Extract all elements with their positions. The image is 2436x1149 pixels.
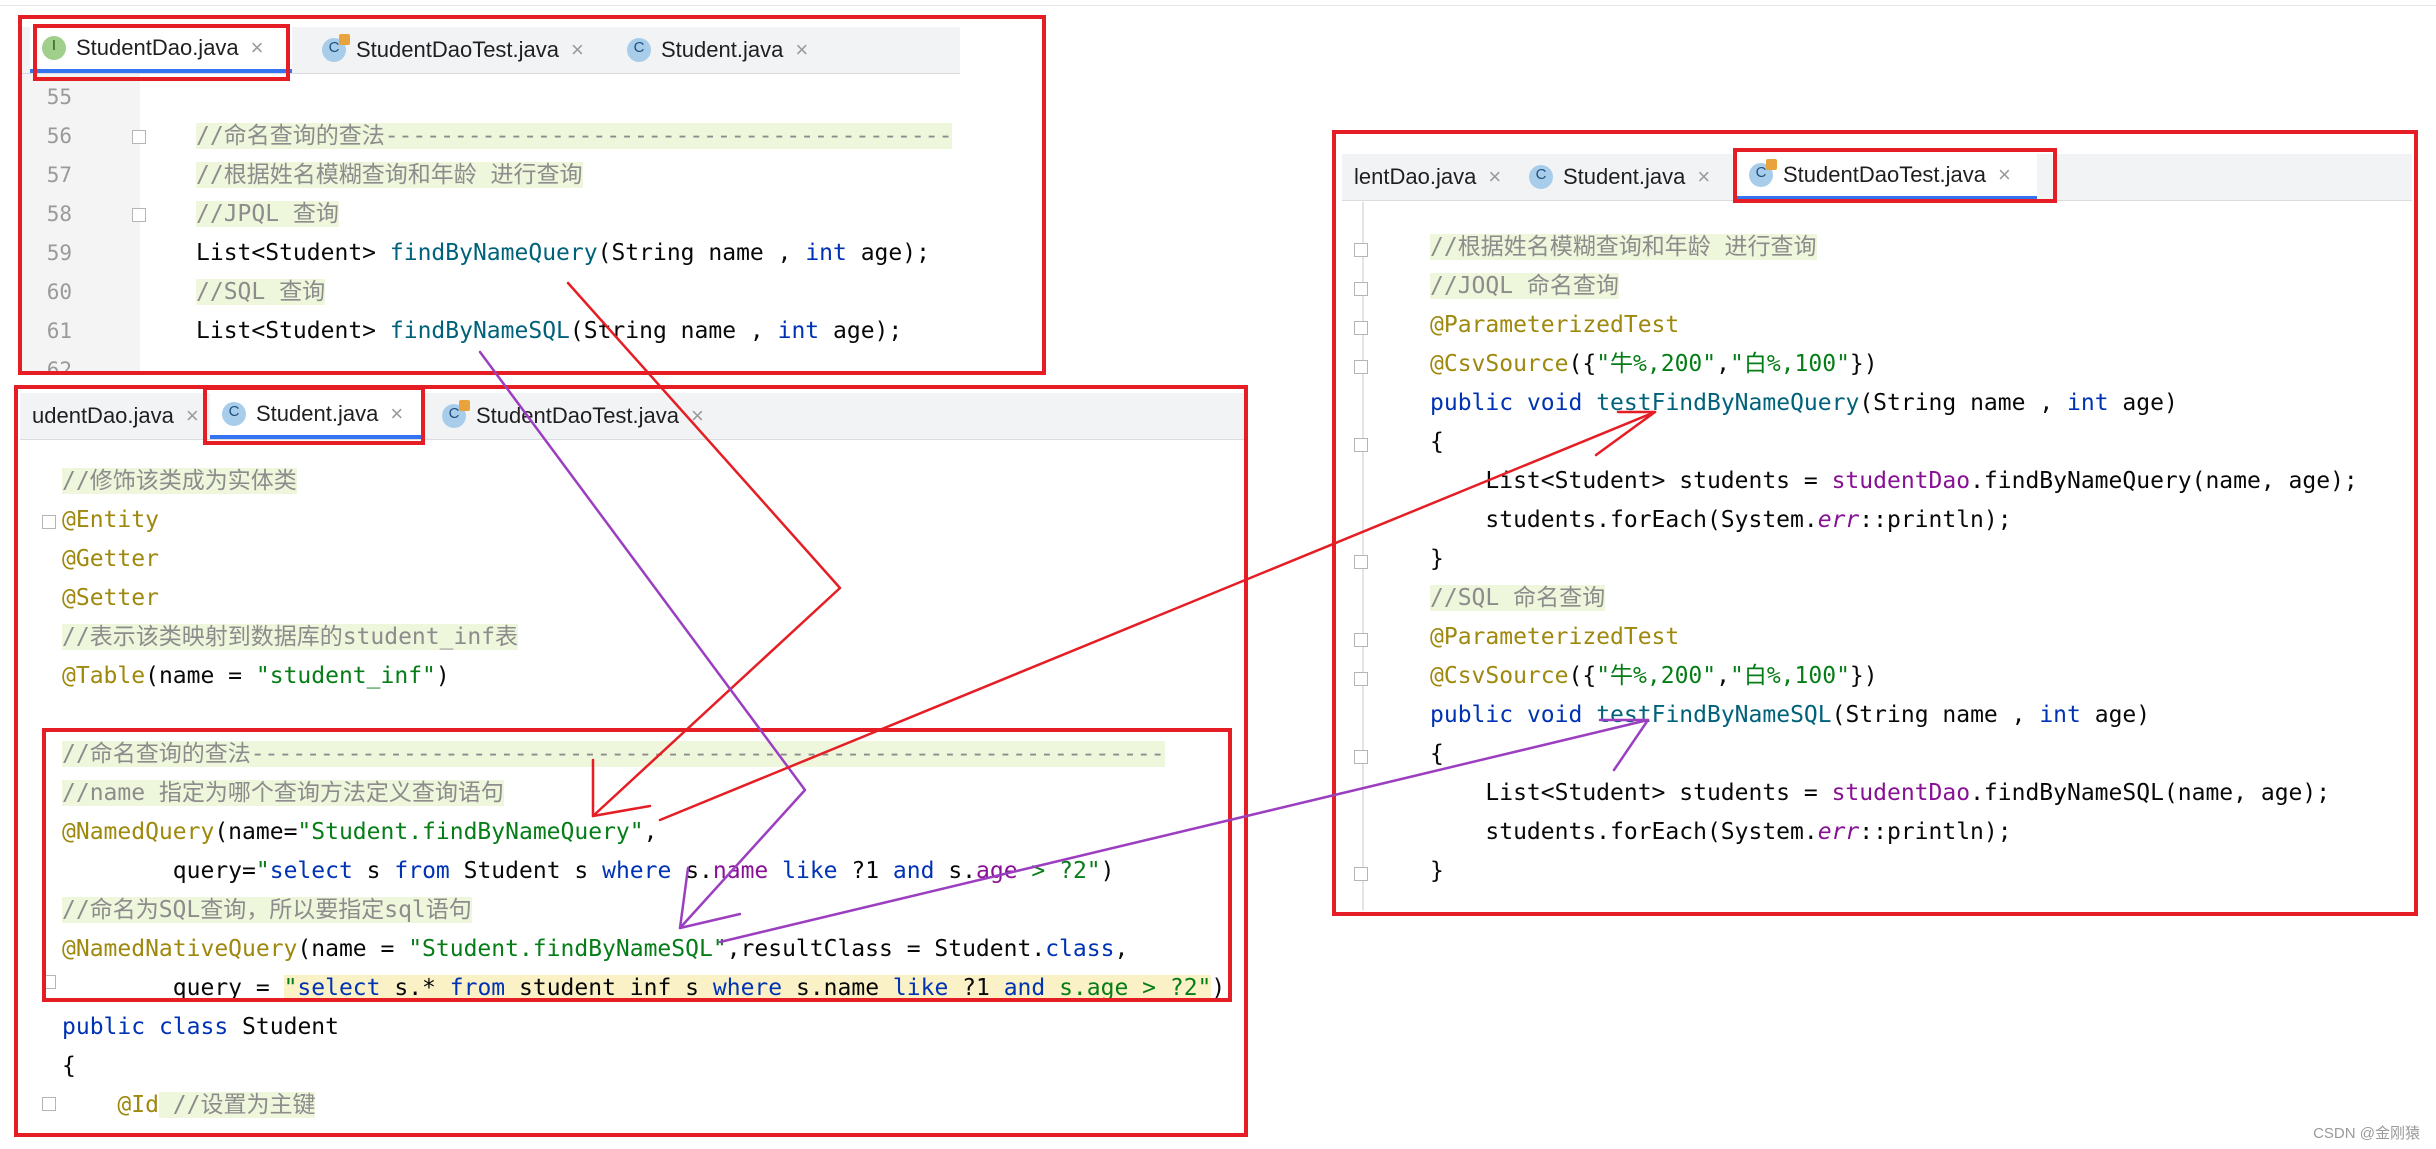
connector-arrows bbox=[478, 281, 1657, 944]
arrow-head-test-sql bbox=[1598, 718, 1650, 772]
watermark: CSDN @金刚猿 bbox=[2313, 1125, 2420, 1142]
arrow-sql-to-namednativequery bbox=[478, 350, 807, 930]
arrow-namednativequery-to-test bbox=[718, 718, 1650, 944]
arrow-query-to-namedquery bbox=[566, 281, 842, 818]
